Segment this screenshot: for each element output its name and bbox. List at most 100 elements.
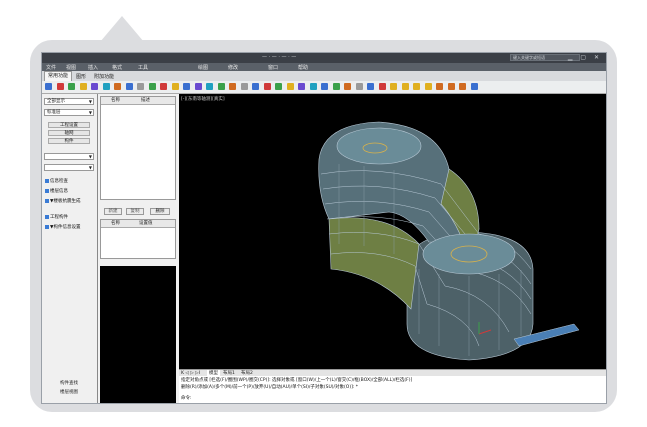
building-model xyxy=(318,121,580,361)
property-panel: 名称 描述 新建 复制 删除 名称 设置值 xyxy=(100,96,176,403)
toolbar-tool-icon[interactable] xyxy=(378,83,386,90)
floor-view-button[interactable]: 楼层视图 xyxy=(44,389,94,395)
toolbar-tool-icon[interactable] xyxy=(401,83,409,90)
command-prompt[interactable]: 命令: xyxy=(181,395,192,401)
tree-item-slab[interactable]: ▼楼板抗震生成 xyxy=(45,198,80,204)
column-value: 设置值 xyxy=(139,221,153,226)
toolbar-tool-icon[interactable] xyxy=(194,83,202,90)
menu-insert[interactable]: 插入 xyxy=(88,64,98,71)
menu-draw[interactable]: 绘图 xyxy=(198,64,208,71)
new-button[interactable]: 新建 xyxy=(104,208,122,215)
tree-item-floor-info[interactable]: 楼层信息 xyxy=(45,188,68,194)
toolbar-tool-icon[interactable] xyxy=(424,83,432,90)
tree-item-project-components[interactable]: 工程构件 xyxy=(45,214,68,220)
floor-select[interactable]: 标准层 ▼ xyxy=(44,109,94,116)
toolbar-tool-icon[interactable] xyxy=(137,83,144,90)
model-viewport[interactable]: [-][东南等轴测][真实] xyxy=(179,94,606,369)
toolbar-tool-icon[interactable] xyxy=(125,83,133,90)
display-select-value: 全部显示 xyxy=(47,99,65,104)
toolbar-tool-icon[interactable] xyxy=(79,83,87,90)
tree-node-icon xyxy=(45,224,49,229)
component-table: 名称 描述 xyxy=(100,96,176,200)
component-button[interactable]: 构件 xyxy=(48,138,90,144)
toolbar-tool-icon[interactable] xyxy=(447,83,455,90)
toolbar-tool-icon[interactable] xyxy=(56,83,64,90)
menu-format[interactable]: 格式 xyxy=(112,64,122,71)
toolbar-tool-icon[interactable] xyxy=(183,83,190,90)
toolbar-tool-icon[interactable] xyxy=(206,83,213,90)
command-line[interactable]: 指定对角点或 [栏选(F)/圈围(WP)/圈交(CP)]: 选择对象或 [窗口(… xyxy=(179,376,606,403)
menu-window[interactable]: 窗口 xyxy=(268,64,278,71)
find-component-button[interactable]: 构件查找 xyxy=(44,380,94,386)
app-window: — · — · — · — 键入关键字或短语 ▁ ▢ ✕ 文件 视图 插入 格式… xyxy=(41,52,607,404)
toolbar-tool-icon[interactable] xyxy=(102,83,110,90)
app-title: — · — · — · — xyxy=(262,54,297,60)
toolbar-tool-icon[interactable] xyxy=(459,83,466,90)
chevron-down-icon: ▼ xyxy=(88,165,92,170)
toolbar-tool-icon[interactable] xyxy=(298,83,305,90)
toolbar-tool-icon[interactable] xyxy=(470,83,478,90)
toolbar-tool-icon[interactable] xyxy=(45,83,52,90)
tab-addons[interactable]: 附加功能 xyxy=(94,73,114,80)
menu-bar: 文件 视图 插入 格式 工具 绘图 修改 窗口 帮助 xyxy=(42,63,606,71)
menu-help[interactable]: 帮助 xyxy=(298,64,308,71)
tree-node-icon xyxy=(45,178,49,183)
tree-item-label: 楼层信息 xyxy=(50,189,68,194)
toolbar-tool-icon[interactable] xyxy=(321,83,328,90)
filter-select-1[interactable]: ▼ xyxy=(44,153,94,160)
display-select[interactable]: 全部显示 ▼ xyxy=(44,98,94,105)
toolbar-tool-icon[interactable] xyxy=(148,83,156,90)
axis-button[interactable]: 轴网 xyxy=(48,130,90,136)
toolbar xyxy=(42,81,606,94)
toolbar-tool-icon[interactable] xyxy=(275,83,282,90)
toolbar-tool-icon[interactable] xyxy=(286,83,294,90)
toolbar-tool-icon[interactable] xyxy=(355,83,363,90)
toolbar-tool-icon[interactable] xyxy=(114,83,121,90)
toolbar-tool-icon[interactable] xyxy=(309,83,317,90)
title-bar: — · — · — · — 键入关键字或短语 ▁ ▢ ✕ xyxy=(42,53,606,63)
chevron-down-icon: ▼ xyxy=(88,110,92,115)
toolbar-tool-icon[interactable] xyxy=(413,83,420,90)
toolbar-tool-icon[interactable] xyxy=(436,83,443,90)
toolbar-tool-icon[interactable] xyxy=(263,83,271,90)
tree-node-icon xyxy=(45,198,49,203)
chevron-down-icon: ▼ xyxy=(88,99,92,104)
menu-file[interactable]: 文件 xyxy=(46,64,56,71)
toolbar-tool-icon[interactable] xyxy=(217,83,225,90)
menu-tools[interactable]: 工具 xyxy=(138,64,148,71)
toolbar-tool-icon[interactable] xyxy=(171,83,179,90)
toolbar-tool-icon[interactable] xyxy=(91,83,98,90)
floor-select-value: 标准层 xyxy=(47,110,61,115)
toolbar-tool-icon[interactable] xyxy=(390,83,397,90)
tree-item-label: ▼楼板抗震生成 xyxy=(50,199,81,204)
toolbar-tool-icon[interactable] xyxy=(160,83,167,90)
command-history-2: 删除(R)/添加(A)/多个(M)/前一个(P)/放弃(U)/自动(AU)/单个… xyxy=(181,385,359,390)
delete-button[interactable]: 删除 xyxy=(150,208,170,215)
tree-item-label: ▼构件信息设置 xyxy=(50,225,81,230)
command-history-1: 指定对角点或 [栏选(F)/圈围(WP)/圈交(CP)]: 选择对象或 [窗口(… xyxy=(181,378,413,383)
copy-button[interactable]: 复制 xyxy=(126,208,144,215)
roof-south xyxy=(422,233,516,275)
tree-node-icon xyxy=(45,188,49,193)
toolbar-tool-icon[interactable] xyxy=(252,83,259,90)
column-desc: 描述 xyxy=(141,98,150,103)
left-panel: 全部显示 ▼ 标准层 ▼ 工程设置 轴网 构件 ▼ ▼ 信息检查 楼层信息 ▼楼板抗… xyxy=(42,94,98,403)
menu-view[interactable]: 视图 xyxy=(66,64,76,71)
toolbar-tool-icon[interactable] xyxy=(68,83,75,90)
filter-select-2[interactable]: ▼ xyxy=(44,164,94,171)
tree-item-check[interactable]: 信息检查 xyxy=(45,178,68,184)
tree-item-component-settings[interactable]: ▼构件信息设置 xyxy=(45,224,80,230)
tab-graphics[interactable]: 图形 xyxy=(76,73,86,80)
toolbar-tool-icon[interactable] xyxy=(332,83,340,90)
column-name: 名称 xyxy=(111,98,120,103)
toolbar-tool-icon[interactable] xyxy=(367,83,374,90)
tab-common[interactable]: 常用功能 xyxy=(44,71,73,81)
project-settings-button[interactable]: 工程设置 xyxy=(48,122,90,128)
chevron-down-icon: ▼ xyxy=(88,154,92,159)
toolbar-tool-icon[interactable] xyxy=(240,83,248,90)
roof-north xyxy=(336,127,422,165)
window-controls[interactable]: ▁ ▢ ✕ xyxy=(568,54,602,61)
menu-modify[interactable]: 修改 xyxy=(228,64,238,71)
toolbar-tool-icon[interactable] xyxy=(229,83,236,90)
toolbar-tool-icon[interactable] xyxy=(344,83,351,90)
